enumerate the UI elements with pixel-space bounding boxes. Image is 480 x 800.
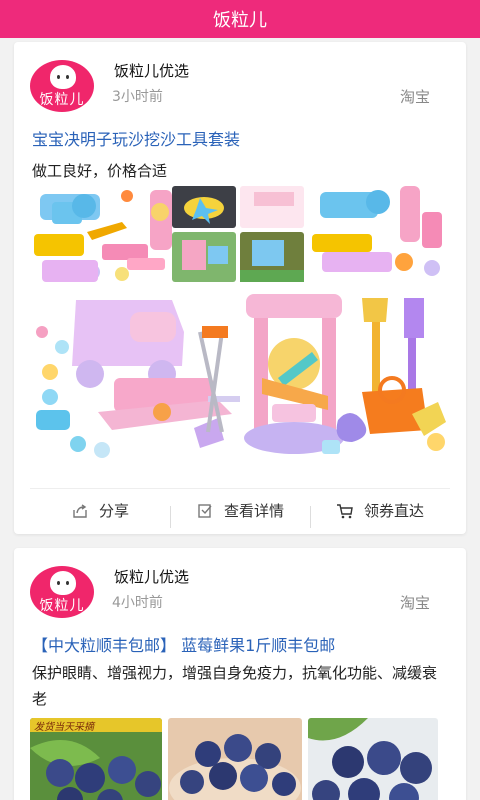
blueberries-closeup-image (308, 718, 438, 800)
product-image[interactable]: 发货当天采摘 (30, 718, 162, 800)
card-actions: 分享 查看详情 领券直达 (30, 488, 450, 532)
source-label: 淘宝 (399, 594, 430, 612)
mascot-icon (50, 65, 76, 89)
feed-card[interactable]: 饭粒儿 饭粒儿优选 3小时前 淘宝 宝宝决明子玩沙挖沙工具套装 做工良好，价格合… (14, 42, 466, 534)
get-coupon-button[interactable]: 领券直达 (310, 500, 450, 528)
source-label: 淘宝 (399, 88, 430, 106)
shop-name[interactable]: 饭粒儿优选 (114, 566, 189, 587)
sand-toy-collage (32, 182, 450, 466)
post-time: 3小时前 (112, 89, 163, 105)
view-details-button[interactable]: 查看详情 (170, 500, 310, 528)
blueberries-bowl-image (168, 718, 302, 800)
share-icon (73, 503, 87, 518)
coupon-label: 领券直达 (363, 502, 424, 520)
share-label: 分享 (98, 502, 129, 520)
product-description: 保护眼睛、增强视力，增强自身免疫力，抗氧化功能、减缓衰老 (32, 664, 438, 708)
avatar[interactable]: 饭粒儿 (30, 60, 94, 112)
product-description: 做工良好，价格合适 (32, 162, 168, 180)
share-button[interactable]: 分享 (30, 500, 170, 521)
shop-name[interactable]: 饭粒儿优选 (114, 60, 189, 81)
product-image[interactable] (168, 718, 302, 800)
product-image[interactable] (308, 718, 438, 800)
app-title: 饭粒儿 (213, 10, 267, 31)
image-banner-text: 发货当天采摘 (34, 722, 94, 733)
mascot-icon (50, 571, 76, 595)
edit-icon (198, 503, 212, 518)
avatar-label: 饭粒儿 (39, 598, 85, 614)
avatar-label: 饭粒儿 (39, 92, 85, 108)
feed-card[interactable]: 饭粒儿 饭粒儿优选 4小时前 淘宝 【中大粒顺丰包邮】 蓝莓鲜果1斤顺丰包邮 保… (14, 548, 466, 800)
product-image[interactable] (32, 182, 450, 466)
app-title-bar: 饭粒儿 (0, 0, 480, 38)
cart-icon (336, 503, 353, 518)
product-title[interactable]: 【中大粒顺丰包邮】 蓝莓鲜果1斤顺丰包邮 (32, 632, 335, 656)
details-label: 查看详情 (223, 502, 284, 520)
post-time: 4小时前 (112, 595, 163, 611)
product-title[interactable]: 宝宝决明子玩沙挖沙工具套装 (32, 126, 240, 150)
avatar[interactable]: 饭粒儿 (30, 566, 94, 618)
